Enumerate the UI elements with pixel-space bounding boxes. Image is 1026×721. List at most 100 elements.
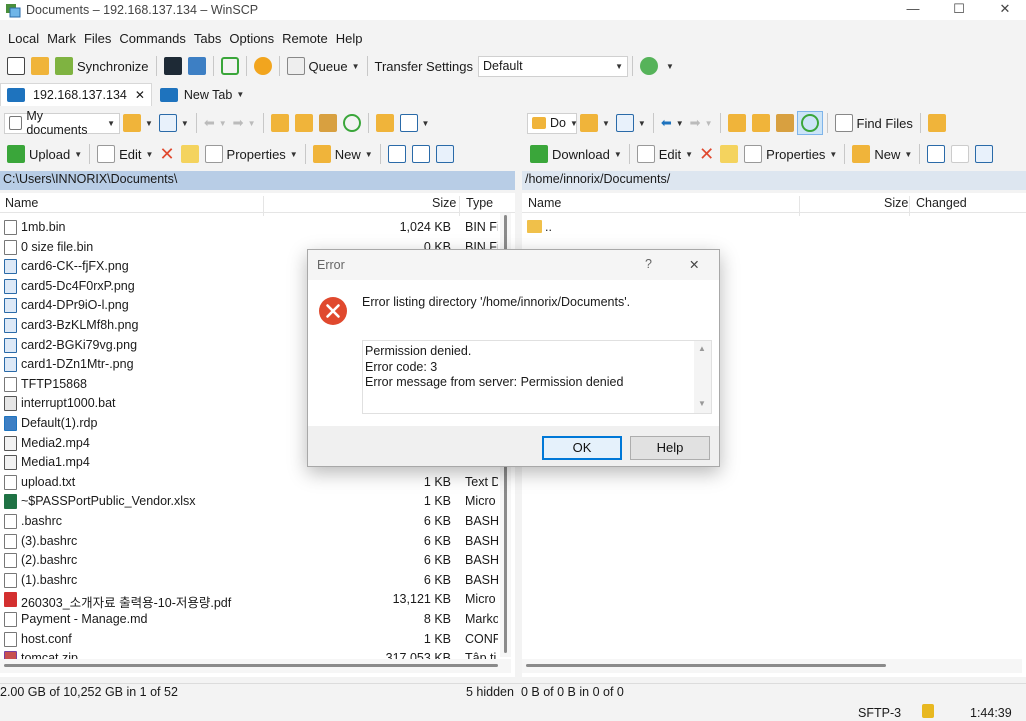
local-select-all-button[interactable] bbox=[385, 142, 409, 166]
local-tree-button[interactable] bbox=[373, 111, 397, 135]
sync-browse-button[interactable] bbox=[28, 54, 52, 78]
local-file-row[interactable]: (1).bashrc 6 KB BASH bbox=[0, 571, 505, 591]
open-folder-icon bbox=[123, 114, 141, 132]
local-new-button[interactable]: New ▼ bbox=[310, 142, 376, 166]
local-file-row[interactable]: host.conf 1 KB CONF bbox=[0, 630, 505, 650]
remote-parent-dir-button[interactable] bbox=[725, 111, 749, 135]
synchronize-button[interactable]: Synchronize bbox=[52, 54, 152, 78]
local-file-row[interactable]: 1mb.bin 1,024 KB BIN Fi bbox=[0, 218, 505, 238]
local-view-button[interactable]: ▼ bbox=[397, 111, 433, 135]
putty-button[interactable] bbox=[185, 54, 209, 78]
local-properties-button[interactable]: Properties ▼ bbox=[202, 142, 301, 166]
file-name: 1mb.bin bbox=[21, 220, 66, 234]
local-open-folder-button[interactable]: ▼ bbox=[120, 111, 156, 135]
menu-files[interactable]: Files bbox=[84, 29, 111, 48]
menu-local[interactable]: Local bbox=[8, 29, 39, 48]
local-refresh-button[interactable] bbox=[340, 111, 364, 135]
tab-close-button[interactable]: ✕ bbox=[135, 88, 145, 102]
remote-delete-button[interactable]: ✕ bbox=[696, 142, 717, 166]
local-location-select[interactable]: My documents ▼ bbox=[4, 109, 120, 137]
maximize-button[interactable]: ☐ bbox=[936, 0, 982, 20]
remote-root-dir-button[interactable] bbox=[749, 111, 773, 135]
local-col-size[interactable]: Size bbox=[432, 196, 456, 210]
local-delete-button[interactable]: ✕ bbox=[156, 142, 177, 166]
remote-properties-button[interactable]: Properties ▼ bbox=[741, 142, 840, 166]
local-unselect-button[interactable] bbox=[409, 142, 433, 166]
local-file-row[interactable]: (2).bashrc 6 KB BASH bbox=[0, 551, 505, 571]
update-button[interactable]: ▼ bbox=[637, 54, 677, 78]
menu-tabs[interactable]: Tabs bbox=[194, 29, 221, 48]
local-horizontal-scrollbar[interactable] bbox=[0, 659, 511, 673]
terminal-button[interactable] bbox=[161, 54, 185, 78]
remote-edit-button[interactable]: Edit ▼ bbox=[634, 142, 696, 166]
remote-home-button[interactable] bbox=[773, 111, 797, 135]
refresh-queue-button[interactable] bbox=[218, 54, 242, 78]
help-button[interactable]: Help bbox=[630, 436, 710, 460]
local-file-row[interactable]: ~$PASSPortPublic_Vendor.xlsx 1 KB Micro bbox=[0, 492, 505, 512]
local-file-row[interactable]: Payment - Manage.md 8 KB Marko bbox=[0, 610, 505, 630]
remote-unselect-button[interactable] bbox=[948, 142, 972, 166]
local-forward-button[interactable]: ➡ ▼ bbox=[230, 111, 259, 135]
local-edit-button[interactable]: Edit ▼ bbox=[94, 142, 156, 166]
dialog-close-button[interactable]: ✕ bbox=[689, 257, 699, 272]
compare-dirs-button[interactable] bbox=[4, 54, 28, 78]
queue-button[interactable]: Queue ▼ bbox=[284, 54, 363, 78]
preferences-button[interactable] bbox=[251, 54, 275, 78]
remote-col-name[interactable]: Name bbox=[528, 196, 561, 210]
tab-new[interactable]: New Tab ▼ bbox=[152, 83, 252, 106]
file-type: Micro bbox=[465, 592, 496, 607]
menu-help[interactable]: Help bbox=[336, 29, 363, 48]
download-button[interactable]: Download ▼ bbox=[527, 142, 625, 166]
details-scrollbar[interactable]: ▲ ▼ bbox=[694, 341, 711, 413]
local-file-row[interactable]: .bashrc 6 KB BASH bbox=[0, 512, 505, 532]
remote-tree-button[interactable] bbox=[925, 111, 949, 135]
menu-remote[interactable]: Remote bbox=[282, 29, 328, 48]
local-file-row[interactable]: 260303_소개자료 출력용-10-저용량.pdf 13,121 KB Micro bbox=[0, 590, 505, 610]
local-parent-dir-button[interactable] bbox=[268, 111, 292, 135]
remote-horizontal-scrollbar[interactable] bbox=[522, 659, 1022, 673]
dialog-help-button[interactable]: ? bbox=[645, 257, 652, 271]
remote-refresh-button[interactable] bbox=[796, 111, 823, 135]
local-home-button[interactable] bbox=[316, 111, 340, 135]
local-filter-button[interactable]: ▼ bbox=[156, 111, 192, 135]
menu-commands[interactable]: Commands bbox=[119, 29, 185, 48]
tab-session[interactable]: 192.168.137.134 ✕ bbox=[0, 83, 152, 106]
error-details-box[interactable]: Permission denied. Error code: 3 Error m… bbox=[362, 340, 712, 414]
scroll-down-icon[interactable]: ▼ bbox=[698, 399, 706, 408]
remote-select-all-button[interactable] bbox=[924, 142, 948, 166]
local-col-type[interactable]: Type bbox=[466, 196, 493, 210]
remote-forward-button[interactable]: ➡ ▼ bbox=[687, 111, 716, 135]
local-file-row[interactable]: upload.txt 1 KB Text D bbox=[0, 473, 505, 493]
local-back-button[interactable]: ⬅ ▼ bbox=[201, 111, 230, 135]
minimize-button[interactable]: — bbox=[890, 0, 936, 20]
local-file-row[interactable]: (3).bashrc 6 KB BASH bbox=[0, 532, 505, 552]
lock-icon[interactable] bbox=[922, 704, 934, 718]
hidden-files-count[interactable]: 5 hidden bbox=[466, 685, 514, 699]
remote-path-bar[interactable]: /home/innorix/Documents/ bbox=[522, 171, 1026, 190]
upload-button[interactable]: Upload ▼ bbox=[4, 142, 85, 166]
remote-filter-select-button[interactable] bbox=[972, 142, 996, 166]
close-window-button[interactable]: ✕ bbox=[982, 0, 1026, 20]
ok-button[interactable]: OK bbox=[542, 436, 622, 460]
remote-new-button[interactable]: New ▼ bbox=[849, 142, 915, 166]
transfer-settings-select[interactable]: Default ▼ bbox=[478, 55, 629, 77]
local-path-bar[interactable]: C:\Users\INNORIX\Documents\ bbox=[0, 171, 515, 190]
remote-col-changed[interactable]: Changed bbox=[916, 196, 967, 210]
remote-parent-dir-row[interactable]: .. bbox=[522, 218, 1026, 238]
menu-options[interactable]: Options bbox=[229, 29, 274, 48]
menu-mark[interactable]: Mark bbox=[47, 29, 76, 48]
remote-rename-button[interactable] bbox=[717, 142, 741, 166]
remote-back-button[interactable]: ⬅ ▼ bbox=[658, 111, 687, 135]
remote-col-size[interactable]: Size bbox=[884, 196, 908, 210]
remote-hscroll-thumb[interactable] bbox=[526, 664, 886, 667]
local-filter-select-button[interactable] bbox=[433, 142, 457, 166]
remote-filter-button[interactable]: ▼ bbox=[613, 111, 649, 135]
remote-location-select[interactable]: Do ▼ bbox=[527, 112, 578, 134]
local-root-dir-button[interactable] bbox=[292, 111, 316, 135]
find-files-button[interactable]: Find Files bbox=[832, 111, 916, 135]
local-col-name[interactable]: Name bbox=[5, 196, 38, 210]
local-hscroll-thumb[interactable] bbox=[4, 664, 498, 667]
remote-open-folder-button[interactable]: ▼ bbox=[577, 111, 613, 135]
local-rename-button[interactable] bbox=[178, 142, 202, 166]
scroll-up-icon[interactable]: ▲ bbox=[698, 344, 706, 353]
